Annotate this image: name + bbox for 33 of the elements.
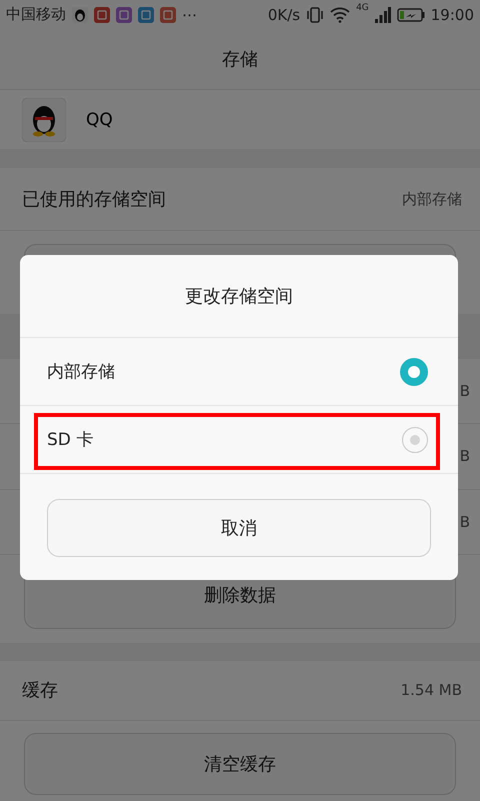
storage-option[interactable]: 内部存储 xyxy=(20,338,458,406)
size-value: B xyxy=(460,382,470,400)
app-icon xyxy=(72,6,88,23)
app-icon xyxy=(138,6,154,23)
network-type: 4G xyxy=(356,3,369,13)
app-icon xyxy=(22,98,66,142)
cancel-button[interactable]: 取消 xyxy=(47,499,431,557)
carrier-name: 中国移动 xyxy=(6,5,66,24)
option-label: SD 卡 xyxy=(47,429,94,451)
dialog-title: 更改存储空间 xyxy=(185,285,293,308)
radio-button[interactable] xyxy=(400,358,428,386)
app-icon xyxy=(160,6,176,23)
cache-value: 1.54 MB xyxy=(400,681,462,700)
more-notifications: ⋯ xyxy=(182,6,197,24)
cache-label: 缓存 xyxy=(22,679,58,702)
app-icon xyxy=(116,6,132,23)
page-title: 存储 xyxy=(222,48,258,72)
storage-label: 已使用的存储空间 xyxy=(22,188,166,212)
network-speed: 0K/s xyxy=(268,6,300,24)
app-name: QQ xyxy=(86,110,113,130)
storage-option[interactable]: SD 卡 xyxy=(20,406,458,474)
size-value: B xyxy=(460,512,470,531)
vibrate-icon xyxy=(306,6,324,23)
wifi-icon xyxy=(330,6,350,23)
battery-icon xyxy=(396,8,425,22)
size-value: B xyxy=(460,447,470,466)
radio-button[interactable] xyxy=(402,426,428,452)
clock-time: 19:00 xyxy=(430,6,474,24)
option-label: 内部存储 xyxy=(47,361,115,383)
signal-icon xyxy=(374,6,391,23)
clear-cache-button[interactable]: 清空缓存 xyxy=(24,733,456,796)
app-icon xyxy=(94,6,110,23)
storage-value: 内部存储 xyxy=(402,190,462,209)
